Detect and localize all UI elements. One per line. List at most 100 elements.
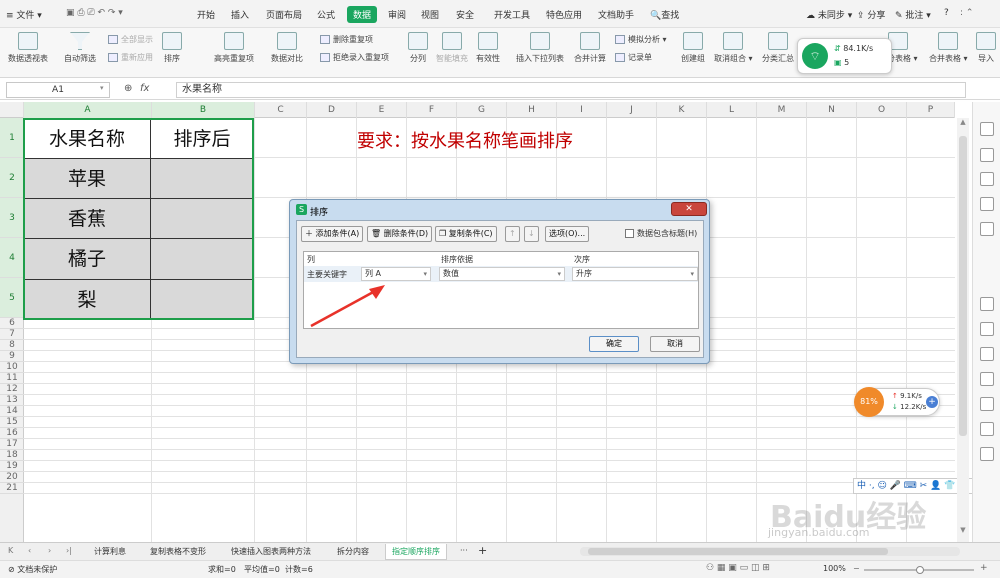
column-header-g[interactable]: G [457,102,507,118]
cell-a2[interactable]: 苹果 [23,158,151,199]
sheet-nav-next-icon[interactable]: › [48,546,51,555]
subtotal-button[interactable]: 分类汇总 [762,32,794,64]
row-header-7[interactable]: 7 [0,329,24,340]
basis-select[interactable]: 数值 [439,267,565,281]
sheet-tab-2[interactable]: 复制表格不变形 [150,546,206,557]
column-header-k[interactable]: K [657,102,707,118]
dialog-close-button[interactable]: ✕ [671,202,707,216]
row-header-14[interactable]: 14 [0,406,24,417]
cell-b5[interactable] [150,279,254,320]
cell-b2[interactable] [150,158,254,199]
column-header-o[interactable]: O [857,102,907,118]
column-header-p[interactable]: P [907,102,955,118]
column-header-m[interactable]: M [757,102,807,118]
protect-status[interactable]: ⊘ 文档未保护 [8,564,57,575]
cell-a5[interactable]: 梨 [23,279,151,320]
column-header-e[interactable]: E [357,102,407,118]
style-icon[interactable] [980,148,994,162]
row-header-15[interactable]: 15 [0,417,24,428]
select-all-corner[interactable] [0,102,24,118]
cell-a1[interactable]: 水果名称 [23,118,151,159]
zoom-slider[interactable] [864,566,974,574]
sheet-tab-4[interactable]: 拆分内容 [337,546,369,557]
smart-fill-button[interactable]: 智能填充 [436,32,468,64]
validity-button[interactable]: 有效性 [476,32,500,64]
move-up-button[interactable]: ↑ [505,226,520,242]
search-button[interactable]: 🔍查找 [650,8,679,21]
delete-condition-button[interactable]: 🗑 删除条件(D) [367,226,433,242]
zoom-thumb[interactable] [916,566,924,574]
row-header-1[interactable]: 1 [0,118,24,158]
options-button[interactable]: 选项(O)... [545,226,590,242]
ai-icon[interactable] [980,347,994,361]
ok-button[interactable]: 确定 [589,336,639,352]
formula-input[interactable]: 水果名称 [176,82,966,98]
speed-ball-widget[interactable]: 81% ↑ 9.1K/s ↓ 12.2K/s + [854,387,940,417]
add-condition-button[interactable]: ＋ 添加条件(A) [301,226,364,242]
pivot-table-button[interactable]: 数据透视表 [8,32,48,64]
column-header-n[interactable]: N [807,102,857,118]
backup-icon[interactable] [980,297,994,311]
sheet-nav-first-icon[interactable]: K [8,546,13,555]
column-header-c[interactable]: C [255,102,307,118]
row-header-5[interactable]: 5 [0,278,24,318]
fx-icon[interactable]: fx [140,83,149,94]
highlight-duplicates-button[interactable]: 高亮重复项 [214,32,254,64]
zoom-out-icon[interactable]: − [853,564,860,573]
row-header-11[interactable]: 11 [0,373,24,384]
column-header-d[interactable]: D [307,102,357,118]
name-box[interactable]: A1 [6,82,110,98]
row-header-8[interactable]: 8 [0,340,24,351]
tab-security[interactable]: 安全 [456,8,474,21]
autofilter-button[interactable]: 自动筛选 [64,32,96,64]
horizontal-scrollbar[interactable] [580,547,960,556]
share-button[interactable]: ⇪ 分享 [857,8,885,21]
help-button[interactable]: ? [944,8,949,18]
zoom-in-icon[interactable]: + [980,563,988,573]
sheet-tab-3[interactable]: 快速插入图表两种方法 [231,546,311,557]
tab-home[interactable]: 开始 [197,8,215,21]
row-header-2[interactable]: 2 [0,158,24,198]
sheet-nav-prev-icon[interactable]: ‹ [28,546,31,555]
cell-b3[interactable] [150,198,254,239]
column-header-i[interactable]: I [557,102,607,118]
scroll-down-icon[interactable]: ▼ [959,526,967,540]
show-all-button[interactable]: 全部显示 [108,34,153,45]
scroll-up-icon[interactable]: ▲ [959,118,967,132]
namebox-dropdown-icon[interactable]: ▾ [100,84,104,92]
insert-dropdown-button[interactable]: 插入下拉列表 [516,32,564,64]
row-header-13[interactable]: 13 [0,395,24,406]
row-header-4[interactable]: 4 [0,238,24,278]
tab-data[interactable]: 数据 [347,6,378,23]
import-button[interactable]: 导入 [976,32,996,64]
window-controls[interactable]: : ⌃ [960,8,973,18]
history-icon[interactable] [980,422,994,436]
ungroup-button[interactable]: 取消组合 ▾ [714,32,753,64]
property-icon[interactable] [980,197,994,211]
reject-duplicates-button[interactable]: 拒绝录入重复项 [320,52,389,63]
tab-doc-assistant[interactable]: 文档助手 [598,8,634,21]
row-header-18[interactable]: 18 [0,450,24,461]
network-speed-widget[interactable]: ⌔ ⇵ 84.1K/s ▣ 5 [797,38,892,74]
tab-special[interactable]: 特色应用 [546,8,582,21]
tab-view[interactable]: 视图 [421,8,439,21]
tab-page-layout[interactable]: 页面布局 [266,8,302,21]
cell-a4[interactable]: 橘子 [23,238,151,280]
sheet-tab-active[interactable]: 指定顺序排序 [385,544,447,560]
data-compare-button[interactable]: 数据对比 [271,32,303,64]
column-header-h[interactable]: H [507,102,557,118]
row-header-17[interactable]: 17 [0,439,24,450]
cancel-button[interactable]: 取消 [650,336,700,352]
share-icon[interactable] [980,322,994,336]
more-sheets-icon[interactable]: ··· [460,546,468,555]
split-column-button[interactable]: 分列 [408,32,428,64]
copy-condition-button[interactable]: ❐ 复制条件(C) [435,226,497,242]
reapply-button[interactable]: 重新应用 [108,52,153,63]
column-select[interactable]: 列 A [361,267,431,281]
shape-icon[interactable] [980,172,994,186]
create-group-button[interactable]: 创建组 [681,32,705,64]
zoom-lens-icon[interactable]: ⊕ [124,83,132,94]
file-menu[interactable]: ≡ 文件 ▾ [6,8,42,21]
sort-button[interactable]: 排序 [162,32,182,64]
has-header-checkbox[interactable]: 数据包含标题(H) [625,228,697,239]
